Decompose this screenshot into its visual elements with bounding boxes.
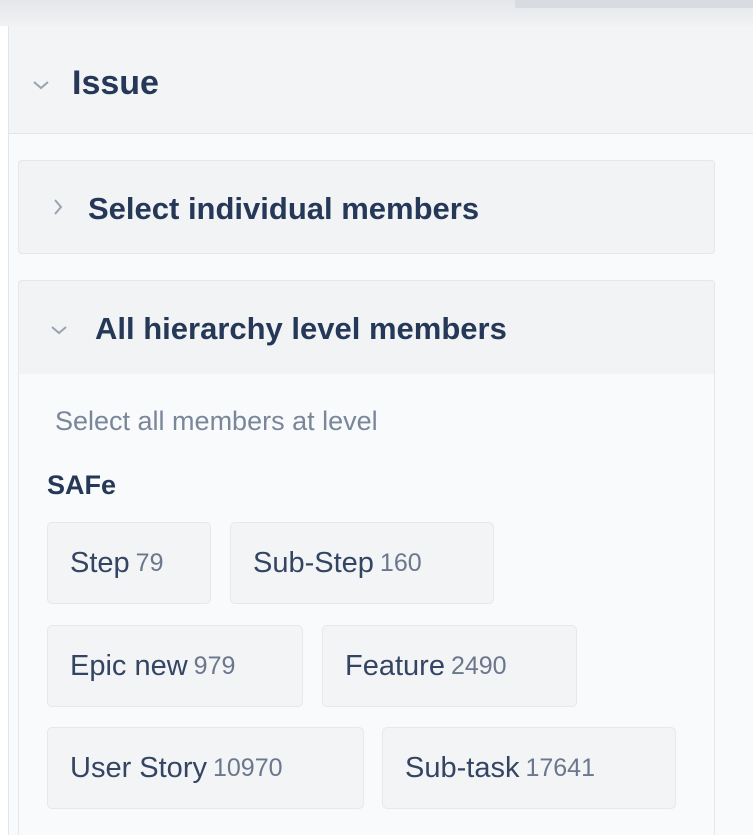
- chip-count: 979: [193, 651, 236, 680]
- level-chip-epic-new[interactable]: Epic new 979: [47, 625, 303, 707]
- individual-members-title: Select individual members: [88, 191, 480, 226]
- chip-count: 17641: [525, 753, 595, 782]
- chip-label: Step: [70, 546, 130, 579]
- chip-count: 10970: [212, 753, 283, 782]
- tab-edge: [515, 0, 753, 8]
- hierarchy-level-name: SAFe: [47, 470, 117, 500]
- select-all-hint: Select all members at level: [55, 406, 378, 436]
- chip-label: Feature: [345, 649, 445, 682]
- chip-count: 2490: [450, 651, 507, 680]
- issue-panel-header[interactable]: Issue: [9, 26, 753, 134]
- chip-count: 79: [135, 548, 164, 577]
- chip-label: Sub-task: [405, 751, 520, 784]
- level-chip-user-story[interactable]: User Story 10970: [47, 727, 364, 809]
- hierarchy-members-section-header[interactable]: All hierarchy level members: [18, 280, 715, 375]
- level-chip-sub-step[interactable]: Sub-Step 160: [230, 522, 494, 604]
- chevron-right-icon[interactable]: [51, 197, 65, 221]
- hierarchy-members-title: All hierarchy level members: [95, 311, 507, 346]
- individual-members-section[interactable]: Select individual members: [18, 160, 715, 254]
- chip-count: 160: [379, 548, 422, 577]
- chevron-down-icon[interactable]: [49, 319, 69, 341]
- chip-label: User Story: [70, 751, 207, 784]
- level-chip-feature[interactable]: Feature 2490: [322, 625, 577, 707]
- level-chip-sub-task[interactable]: Sub-task 17641: [382, 727, 676, 809]
- chip-label: Sub-Step: [253, 546, 374, 579]
- chip-label: Epic new: [70, 649, 188, 682]
- level-chip-step[interactable]: Step 79: [47, 522, 211, 604]
- chevron-down-icon[interactable]: [31, 74, 51, 96]
- top-toolbar-strip: [0, 0, 753, 26]
- issue-panel-title: Issue: [72, 64, 159, 102]
